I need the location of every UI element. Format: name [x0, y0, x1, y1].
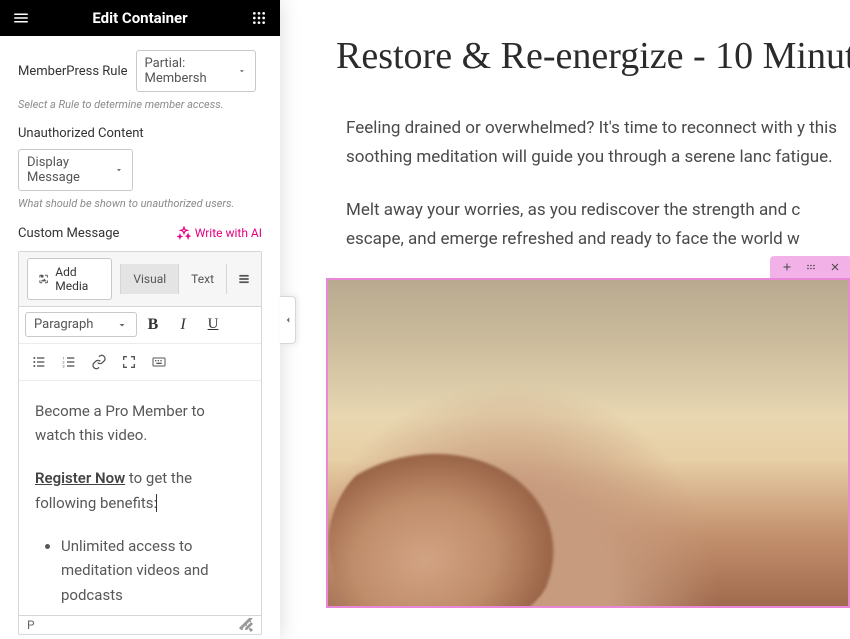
- resize-handle-icon[interactable]: [239, 618, 253, 632]
- sidebar-title: Edit Container: [92, 9, 187, 27]
- editor-path: P: [27, 618, 35, 632]
- custom-message-label: Custom Message: [18, 226, 119, 241]
- unauth-label: Unauthorized Content: [18, 126, 144, 141]
- menu-icon[interactable]: [12, 9, 30, 27]
- register-now-link[interactable]: Register Now: [35, 469, 125, 487]
- editor-sidebar: Edit Container MemberPress Rule Partial:…: [0, 0, 280, 639]
- unauth-help: What should be shown to unauthorized use…: [18, 197, 262, 211]
- image-widget[interactable]: [326, 278, 850, 608]
- close-icon: [829, 261, 841, 273]
- svg-text:3: 3: [62, 363, 64, 368]
- message-p1: Become a Pro Member to watch this video.: [35, 399, 245, 449]
- page-preview: Restore & Re-energize - 10 Minute Feelin…: [280, 0, 850, 639]
- apps-grid-icon[interactable]: [250, 9, 268, 27]
- image-frame: [326, 278, 850, 608]
- write-with-ai-label: Write with AI: [195, 226, 262, 240]
- rule-help: Select a Rule to determine member access…: [18, 98, 262, 112]
- tab-visual[interactable]: Visual: [120, 264, 178, 294]
- underline-button[interactable]: U: [199, 311, 227, 339]
- chevron-left-icon: [283, 315, 293, 325]
- plus-icon: [781, 261, 793, 273]
- text-caret: [156, 494, 157, 512]
- numbered-list-button[interactable]: 123: [55, 348, 83, 376]
- chevron-down-icon: [116, 319, 128, 331]
- sidebar-header: Edit Container: [0, 0, 280, 36]
- tab-distraction-free[interactable]: [226, 264, 261, 294]
- fullscreen-button[interactable]: [115, 348, 143, 376]
- media-icon: [38, 272, 49, 286]
- sparkle-icon: [177, 226, 191, 240]
- chevron-down-icon: [114, 164, 124, 176]
- rule-select[interactable]: Partial: Membersh: [136, 50, 256, 92]
- bullet-item: Unlimited access to meditation videos an…: [61, 534, 245, 608]
- unauth-select[interactable]: Display Message: [18, 149, 133, 191]
- message-bullets: Unlimited access to meditation videos an…: [35, 534, 245, 615]
- paragraph-1: Feeling drained or overwhelmed? It's tim…: [346, 114, 850, 172]
- rule-label: MemberPress Rule: [18, 64, 128, 79]
- tab-text[interactable]: Text: [178, 264, 226, 294]
- italic-button[interactable]: I: [169, 311, 197, 339]
- collapse-sidebar-button[interactable]: [280, 296, 296, 344]
- drag-widget-handle[interactable]: [804, 260, 818, 274]
- message-p2: Register Now to get the following benefi…: [35, 466, 245, 516]
- unauth-select-value: Display Message: [27, 155, 108, 185]
- rows-icon: [237, 272, 251, 286]
- add-widget-button[interactable]: [780, 260, 794, 274]
- widget-toolbar: [770, 256, 850, 278]
- keyboard-button[interactable]: [145, 348, 173, 376]
- delete-widget-button[interactable]: [828, 260, 842, 274]
- block-format-value: Paragraph: [34, 317, 93, 332]
- link-button[interactable]: [85, 348, 113, 376]
- add-media-label: Add Media: [55, 265, 101, 293]
- drag-dots-icon: [804, 261, 818, 273]
- page-title: Restore & Re-energize - 10 Minute: [336, 34, 850, 78]
- rich-text-editor: Add Media Visual Text Paragraph: [18, 251, 262, 635]
- bold-button[interactable]: B: [139, 311, 167, 339]
- add-media-button[interactable]: Add Media: [27, 258, 112, 300]
- paragraph-2: Melt away your worries, as you rediscove…: [346, 196, 850, 254]
- write-with-ai-button[interactable]: Write with AI: [177, 226, 262, 240]
- bullet-list-button[interactable]: [25, 348, 53, 376]
- block-format-select[interactable]: Paragraph: [25, 312, 137, 337]
- chevron-down-icon: [237, 65, 247, 77]
- rule-select-value: Partial: Membersh: [145, 56, 231, 86]
- editor-content-area[interactable]: Become a Pro Member to watch this video.…: [19, 381, 261, 615]
